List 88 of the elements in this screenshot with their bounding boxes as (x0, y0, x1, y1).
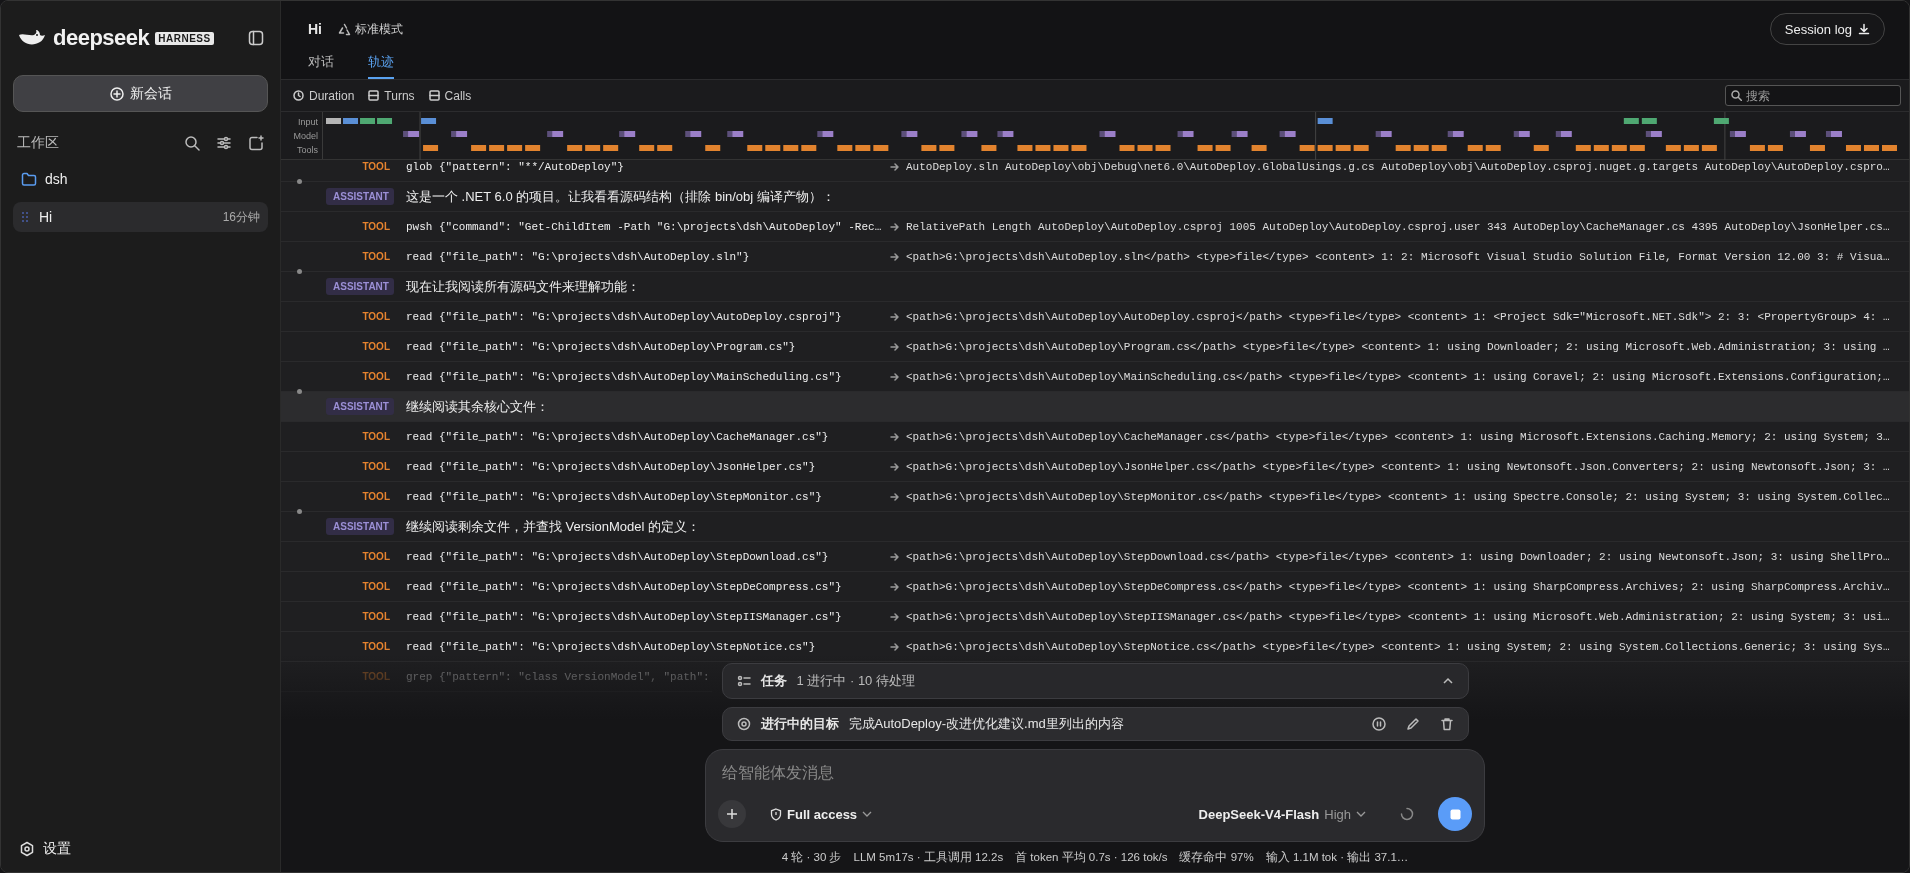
tool-call: read {"file_path": "G:\projects\dsh\AutoDeploy\StepMonitor.cs"} (406, 490, 822, 503)
product-badge: HARNESS (155, 31, 214, 45)
role-label: TOOL (362, 311, 391, 322)
tool-result: <path>G:\projects\dsh\AutoDeploy\AutoDeploy.csproj</path> <type>file</type> <content> 1: <Project Sdk="Microsoft.NET.Sdk"> 2: 3: <PropertyGroup> 4: … (906, 310, 1891, 323)
session-log-button[interactable]: Session log (1769, 13, 1885, 45)
lane-label: Input (297, 115, 318, 129)
role-label: TOOL (362, 341, 391, 352)
tool-call: read {"file_path": "G:\projects\dsh\AutoDeploy\StepNotice.cs"} (406, 640, 816, 653)
item-label: dsh (45, 171, 68, 187)
brand-name: deepseek (53, 25, 150, 51)
search-input[interactable]: 搜索 (1746, 88, 1886, 103)
tool-result: <path>G:\projects\dsh\AutoDeploy\StepNotice.cs</path> <type>file</type> <content> 1: using System; 2: using System.Collections.Generic; 3: using Sys… (906, 640, 1891, 653)
role-badge: ASSISTANT (326, 278, 394, 295)
tab[interactable]: 对话 (308, 49, 334, 79)
tool-call: pwsh {"command": "Get-ChildItem -Path "G:\projects\dsh\AutoDeploy" -Rec… (406, 220, 882, 233)
trace-row[interactable]: ASSISTANT 这是一个 .NET 6.0 的项目。让我看看源码结构（排除 bin/obj 编译产物）： (281, 182, 1909, 212)
tool-result: <path>G:\projects\dsh\AutoDeploy\StepDownload.cs</path> <type>file</type> <content> 1: using Downloader; 2: using Newtonsoft.Json; 3: using ShellPro… (906, 550, 1891, 563)
role-label: TOOL (362, 431, 391, 442)
status-item: LLM 5m17s · 工具调用 12.2s (853, 849, 1004, 865)
tool-result: <path>G:\projects\dsh\AutoDeploy\StepMonitor.cs</path> <type>file</type> <content> 1: using Spectre.Console; 2: using System; 3: using System.Collec… (906, 490, 1891, 503)
tool-call: read {"file_path": "G:\projects\dsh\AutoDeploy\StepDeCompress.cs"} (406, 580, 842, 593)
role-label: TOOL (362, 161, 391, 172)
status-item: 输入 1.1M tok · 输出 37.1… (1265, 849, 1409, 865)
tool-result: <path>G:\projects\dsh\AutoDeploy.sln</path> <type>file</type> <content> 1: 2: Microsoft Visual Studio Solution File, Format Version 12.00 3: # Visua… (906, 250, 1891, 263)
tool-call: read {"file_path": "G:\projects\dsh\AutoDeploy.sln"} (406, 250, 750, 263)
trace-row[interactable]: ASSISTANT 继续阅读剩余文件，并查找 VersionModel 的定义： (281, 512, 1909, 542)
tool-result: <path>G:\projects\dsh\AutoDeploy\CacheManager.cs</path> <type>file</type> <content> 1: using Microsoft.Extensions.Caching.Memory; 2: using System; 3… (906, 430, 1891, 443)
role-badge: ASSISTANT (326, 518, 394, 535)
message-text: 现在让我阅读所有源码文件来理解功能： (406, 277, 640, 296)
tool-result: <path>G:\projects\dsh\AutoDeploy\JsonHelper.cs</path> <type>file</type> <content> 1: using Newtonsoft.Json.Converters; 2: using Newtonsoft.Json; 3: … (906, 460, 1891, 473)
session-title: Hi (308, 21, 322, 37)
message-text: 继续阅读剩余文件，并查找 VersionModel 的定义： (406, 517, 700, 536)
role-badge: ASSISTANT (326, 188, 394, 205)
role-label: TOOL (362, 461, 391, 472)
access-dropdown[interactable]: Full access (764, 805, 879, 823)
trace-row[interactable]: ASSISTANT 继续阅读其余核心文件： (281, 392, 1909, 422)
status-item: 缓存命中 97% (1179, 849, 1254, 865)
role-label: TOOL (362, 641, 391, 652)
message-text: 继续阅读其余核心文件： (406, 397, 549, 416)
item-time: 16分钟 (222, 208, 260, 226)
new-chat-button[interactable]: 新会话 (13, 75, 268, 112)
settings-link[interactable]: 设置 (43, 840, 71, 858)
tool-result: RelativePath Length AutoDeploy\AutoDeploy.csproj 1005 AutoDeploy\AutoDeploy.csproj.user 343 AutoDeploy\CacheManager.cs 4395 AutoDeploy\JsonHelper.cs… (906, 220, 1891, 233)
tool-call: read {"file_path": "G:\projects\dsh\AutoDeploy\StepIISManager.cs"} (406, 610, 842, 623)
tool-call: read {"file_path": "G:\projects\dsh\AutoDeploy\JsonHelper.cs"} (406, 460, 816, 473)
tool-call: read {"file_path": "G:\projects\dsh\AutoDeploy\MainScheduling.cs"} (406, 370, 842, 383)
chat-item[interactable]: Hi 16分钟 (13, 202, 268, 232)
item-label: Hi (39, 209, 53, 225)
view-button[interactable]: Calls (428, 88, 472, 103)
message-input[interactable]: 给智能体发消息 (718, 760, 1472, 786)
role-label: TOOL (362, 551, 391, 562)
role-label: TOOL (362, 671, 391, 682)
role-label: TOOL (362, 491, 391, 502)
task-summary: 1 进行中 · 10 待处理 (796, 672, 915, 690)
tool-call: read {"file_path": "G:\projects\dsh\AutoDeploy\Program.cs"} (406, 340, 796, 353)
role-label: TOOL (362, 221, 391, 232)
trace-row[interactable]: TOOL glob {"pattern": "**/AutoDeploy"} AutoDeploy.sln AutoDeploy\obj\Debug\net6.0\AutoDeploy.GlobalUsings.g.cs AutoDeploy\obj\AutoDeploy.csproj.nuget.g.targets AutoDeploy\AutoDeploy.cspro… (281, 160, 1909, 182)
role-badge: ASSISTANT (326, 398, 394, 415)
lane-label: Tools (297, 143, 318, 157)
tool-call: read {"file_path": "G:\projects\dsh\AutoDeploy\CacheManager.cs"} (406, 430, 829, 443)
search-field[interactable]: 搜索 (1725, 85, 1901, 106)
tool-call: glob {"pattern": "**/AutoDeploy"} (406, 160, 624, 173)
goal-label: 进行中的目标 (760, 715, 839, 733)
role-label: TOOL (362, 371, 391, 382)
section-label: 工作区 (17, 134, 60, 152)
tool-result: <path>G:\projects\dsh\AutoDeploy\Program.cs</path> <type>file</type> <content> 1: using Downloader; 2: using Microsoft.Web.Administration; 3: using … (906, 340, 1891, 353)
trace-row[interactable]: ASSISTANT 现在让我阅读所有源码文件来理解功能： (281, 272, 1909, 302)
view-button[interactable]: Duration (293, 88, 355, 103)
tool-result: <path>G:\projects\dsh\AutoDeploy\StepDeCompress.cs</path> <type>file</type> <content> 1: using SharpCompress.Archives; 2: using SharpCompress.Archiv… (906, 580, 1891, 593)
tool-result: <path>G:\projects\dsh\AutoDeploy\StepIISManager.cs</path> <type>file</type> <content> 1: using Microsoft.Web.Administration; 2: using System; 3: usi… (906, 610, 1891, 623)
goal-text: 完成AutoDeploy-改进优化建议.md里列出的内容 (848, 715, 1124, 733)
mode-label: 标准模式 (355, 20, 403, 38)
tool-call: read {"file_path": "G:\projects\dsh\AutoDeploy\AutoDeploy.csproj"} (406, 310, 842, 323)
model-dropdown[interactable]: DeepSeek-V4-Flash High (1192, 805, 1372, 823)
tool-result: <path>G:\projects\dsh\AutoDeploy\MainScheduling.cs</path> <type>file</type> <content> 1: using Coravel; 2: using Microsoft.Extensions.Configuration;… (906, 370, 1891, 383)
lane-label: Model (293, 129, 318, 143)
status-item: 4 轮 · 30 步 (781, 849, 842, 865)
role-label: TOOL (362, 581, 391, 592)
task-title: 任务 (760, 672, 787, 690)
tool-result: AutoDeploy.sln AutoDeploy\obj\Debug\net6.0\AutoDeploy.GlobalUsings.g.cs AutoDeploy\obj\AutoDeploy.csproj.nuget.g.targets AutoDeploy\AutoDeploy.cspro… (906, 160, 1891, 173)
role-label: TOOL (362, 611, 391, 622)
message-text: 这是一个 .NET 6.0 的项目。让我看看源码结构（排除 bin/obj 编译产物）： (406, 187, 835, 206)
role-label: TOOL (362, 251, 391, 262)
tool-call: read {"file_path": "G:\projects\dsh\AutoDeploy\StepDownload.cs"} (406, 550, 829, 563)
message-composer[interactable]: 给智能体发消息 Full access DeepSeek-V4-Flash High (705, 749, 1485, 842)
status-item: 首 token 平均 0.7s · 126 tok/s (1015, 849, 1168, 865)
view-button[interactable]: Turns (368, 88, 415, 103)
folder-item[interactable]: dsh (13, 164, 268, 194)
